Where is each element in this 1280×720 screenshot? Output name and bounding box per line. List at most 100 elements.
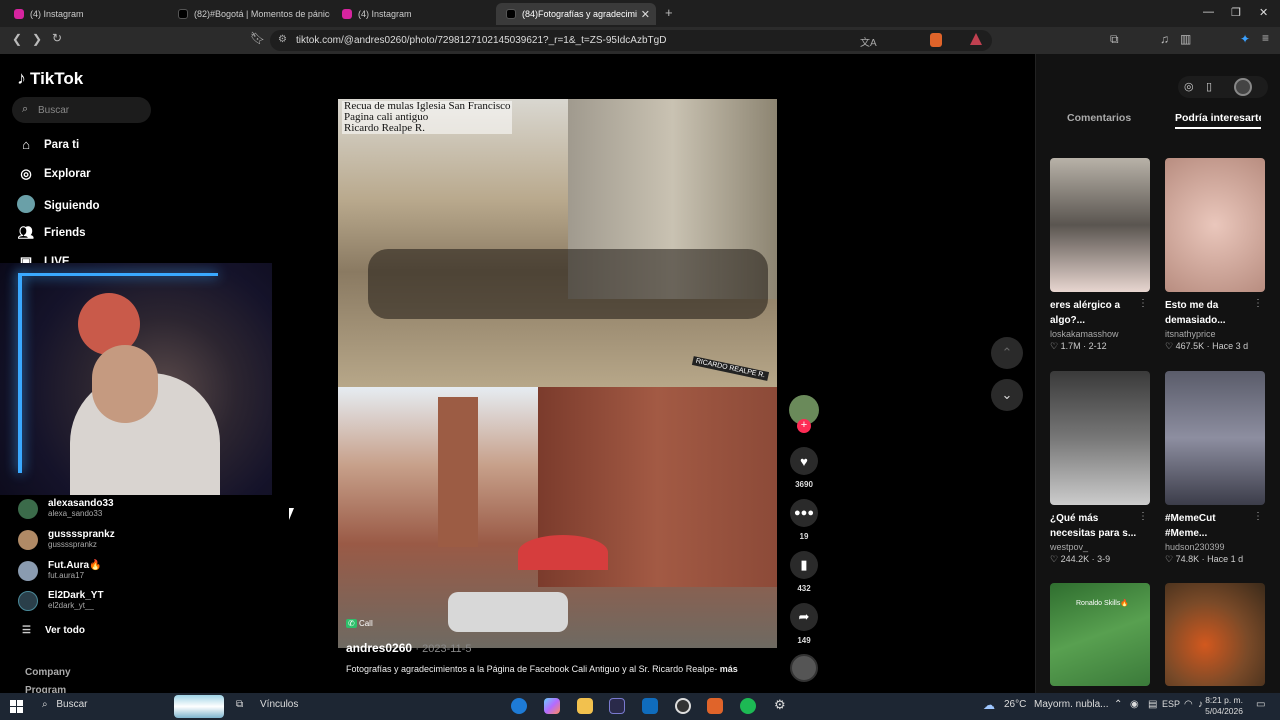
outlook-icon[interactable] <box>642 698 658 714</box>
windows-start-icon[interactable] <box>10 700 23 713</box>
obs-icon[interactable] <box>675 698 691 714</box>
nav-siguiendo[interactable]: Siguiendo <box>16 195 100 216</box>
task-view-icon[interactable]: ⧉ <box>236 699 243 710</box>
nav-friends[interactable]: 👥︎ Friends <box>16 225 86 241</box>
video-thumbnail <box>1050 371 1150 505</box>
site-settings-icon[interactable]: ⚙ <box>278 34 287 45</box>
vpn-icon[interactable]: ✦ <box>1240 32 1250 46</box>
suggested-video-card[interactable]: Ronaldo Skills🔥 <box>1050 583 1150 686</box>
bookmark-page-icon[interactable]: 🔖︎ <box>250 31 265 45</box>
sidebar-icon[interactable]: ▥ <box>1180 32 1191 46</box>
tiktok-logo[interactable]: ♪ TikTok <box>17 68 83 89</box>
menu-icon[interactable]: ≡ <box>1262 31 1269 45</box>
taskbar-search[interactable]: ⌕ Buscar <box>42 699 88 710</box>
video-stats: ♡ 74.8K · Hace 1 d <box>1165 554 1244 564</box>
suggested-video-card[interactable]: ⋮ #MemeCut #Meme... hudson230399 ♡ 74.8K… <box>1165 371 1265 565</box>
file-explorer-icon[interactable] <box>577 698 593 714</box>
spotify-icon[interactable] <box>740 698 756 714</box>
browser-tab-2[interactable]: (82)#Bogotá | Momentos de pánico <box>168 3 330 25</box>
wifi-icon[interactable]: ◠ <box>1184 699 1193 710</box>
tab-comentarios[interactable]: Comentarios <box>1067 112 1131 124</box>
more-link[interactable]: más <box>720 664 738 674</box>
mouse-cursor-icon <box>289 508 294 520</box>
thumbnail-overlay-text: Ronaldo Skills🔥 <box>1076 600 1130 607</box>
store-icon[interactable] <box>609 698 625 714</box>
account-name: El2Dark_YT <box>48 590 104 601</box>
like-button[interactable]: ♥ 3690 <box>790 447 818 489</box>
suggested-video-card[interactable] <box>1165 583 1265 686</box>
reload-icon[interactable]: ↻ <box>52 31 62 45</box>
suggested-video-card[interactable]: ⋮ Esto me da demasiado... itsnathyprice … <box>1165 158 1265 352</box>
weather-desc[interactable]: Mayorm. nubla... <box>1034 699 1108 710</box>
previous-post-icon[interactable]: ⌃ <box>991 337 1023 369</box>
back-icon[interactable]: ❮ <box>12 32 22 46</box>
links-toolbar[interactable]: Vínculos <box>260 699 298 710</box>
tray-app-icon[interactable]: ◉ <box>1130 699 1139 710</box>
translate-icon[interactable]: 文A <box>860 34 877 49</box>
more-options-icon[interactable]: ⋮ <box>1253 511 1263 522</box>
restore-icon[interactable]: ❐ <box>1231 6 1241 19</box>
call-label: Call <box>358 619 373 628</box>
see-all-label: Ver todo <box>44 625 85 636</box>
tray-network-icon[interactable]: ▤ <box>1148 699 1157 710</box>
edge-icon[interactable] <box>511 698 527 714</box>
save-button[interactable]: ▮ 432 <box>790 551 818 593</box>
device-icon[interactable]: ▯ <box>1206 80 1212 93</box>
following-account[interactable]: Fut.Aura🔥 fut.aura17 <box>18 560 102 581</box>
avatar <box>18 498 38 519</box>
new-tab-button[interactable]: + <box>665 5 673 20</box>
footer-program-link[interactable]: Program <box>25 685 66 693</box>
account-username: fut.aura17 <box>48 571 85 580</box>
follow-plus-icon[interactable]: + <box>797 419 811 433</box>
following-account[interactable]: El2Dark_YT el2dark_yt__ <box>18 590 104 611</box>
tab-podria-interesarte[interactable]: Podría interesarte <box>1175 112 1261 124</box>
browser-tab-3[interactable]: (4) Instagram <box>332 3 492 25</box>
brave-icon[interactable] <box>707 698 723 714</box>
more-options-icon[interactable]: ⋮ <box>1138 298 1148 309</box>
settings-icon[interactable]: ⚙ <box>774 697 786 713</box>
post-author[interactable]: andres0260 · 2023-11-5 <box>346 641 471 655</box>
extensions-icon[interactable]: ⧉ <box>1110 32 1119 47</box>
more-options-icon[interactable]: ⋮ <box>1138 511 1148 522</box>
following-account[interactable]: alexasando33 alexa_sando33 <box>18 498 114 519</box>
minimize-icon[interactable]: — <box>1203 6 1214 18</box>
brave-shield-icon[interactable] <box>930 33 942 47</box>
suggested-video-card[interactable]: ⋮ eres alérgico a algo?... loskakamassho… <box>1050 158 1150 352</box>
music-disc-icon[interactable] <box>790 654 818 682</box>
search-input[interactable]: ⌕ Buscar <box>12 97 151 123</box>
nav-para-ti[interactable]: ⌂ Para ti <box>16 137 79 152</box>
close-window-icon[interactable]: ✕ <box>1259 6 1268 19</box>
browser-tab-1[interactable]: (4) Instagram <box>4 3 164 25</box>
copilot-icon[interactable] <box>544 698 560 714</box>
logo-text: TikTok <box>30 68 84 88</box>
following-account[interactable]: gussssprankz gussssprankz <box>18 529 115 550</box>
autoscroll-icon[interactable]: ◎ <box>1184 80 1194 93</box>
comment-button[interactable]: ●●● 19 <box>790 499 818 541</box>
video-author: westpov_ <box>1050 542 1089 552</box>
music-icon[interactable]: ♫ <box>1160 32 1169 46</box>
close-tab-icon[interactable]: ✕ <box>641 8 650 21</box>
language-indicator[interactable]: ESP <box>1162 699 1180 709</box>
nav-label: Para ti <box>44 138 80 151</box>
post-photo-top[interactable]: Recua de mulas Iglesia San Francisco Pag… <box>338 99 777 387</box>
tray-chevron-icon[interactable]: ⌃ <box>1114 699 1122 710</box>
browser-tab-active[interactable]: (84)Fotografías y agradecimiento ✕ <box>496 3 656 25</box>
share-button[interactable]: ➦ 149 <box>790 603 818 645</box>
footer-company-link[interactable]: Company <box>25 667 71 678</box>
call-badge[interactable]: ✆ Call <box>346 619 373 628</box>
see-all-button[interactable]: ☰ Ver todo <box>22 625 85 636</box>
weather-temp[interactable]: 26°C <box>1004 699 1026 710</box>
url-input[interactable]: ⚙ tiktok.com/@andres0260/photo/729812710… <box>270 30 992 51</box>
brave-rewards-icon[interactable] <box>970 33 982 45</box>
post-photo-bottom[interactable]: ✆ Call <box>338 387 777 648</box>
clock[interactable]: 8:21 p. m. 5/04/2026 <box>1203 695 1243 717</box>
more-options-icon[interactable]: ⋮ <box>1253 298 1263 309</box>
next-post-icon[interactable]: ⌄ <box>991 379 1023 411</box>
notifications-icon[interactable]: ▭ <box>1256 699 1265 710</box>
search-highlight-image <box>174 695 224 718</box>
tiktok-note-icon: ♪ <box>17 68 26 88</box>
suggested-video-card[interactable]: ⋮ ¿Qué más necesitas para s... westpov_ … <box>1050 371 1150 565</box>
profile-avatar[interactable] <box>1234 78 1252 96</box>
nav-explorar[interactable]: ◎ Explorar <box>16 166 90 182</box>
forward-icon[interactable]: ❯ <box>32 32 42 46</box>
